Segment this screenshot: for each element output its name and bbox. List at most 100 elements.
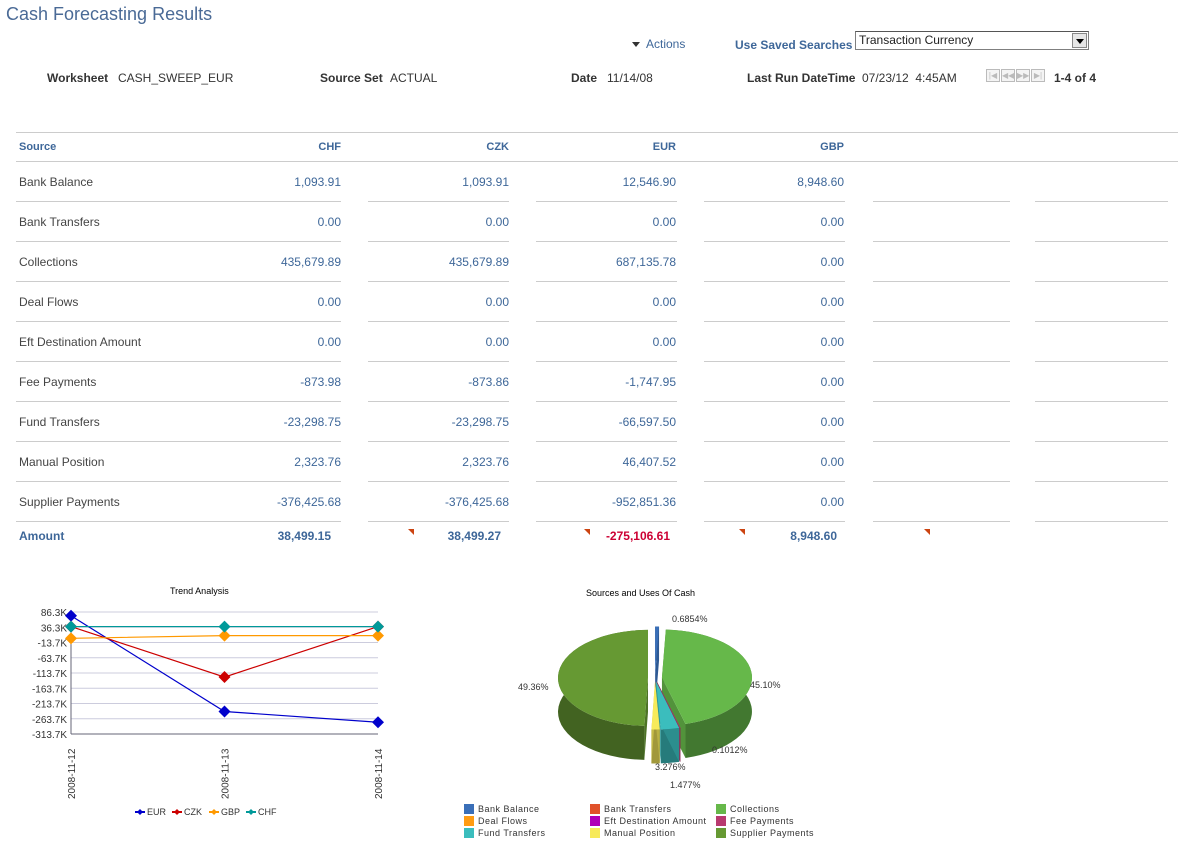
- legend-swatch: [590, 816, 600, 826]
- source-set-value: ACTUAL: [390, 71, 438, 85]
- pie-data-label: 45.10%: [750, 680, 781, 690]
- table-cell: 1,093.91: [462, 175, 509, 189]
- page-title: Cash Forecasting Results: [6, 4, 213, 24]
- row-divider: [536, 361, 677, 362]
- data-point-chf[interactable]: [218, 620, 231, 633]
- date-value: 11/14/08: [607, 71, 653, 85]
- legend-swatch: [464, 804, 474, 814]
- legend-label: Fund Transfers: [478, 828, 546, 838]
- legend-label: Bank Transfers: [604, 804, 672, 814]
- table-cell: -952,851.36: [611, 495, 676, 509]
- y-tick-label: -13.7K: [38, 639, 68, 650]
- legend-label: CHF: [258, 807, 277, 817]
- legend-label: GBP: [221, 807, 240, 817]
- row-divider: [16, 281, 341, 282]
- data-point-eur[interactable]: [372, 716, 384, 729]
- table-cell: -1,747.95: [625, 375, 676, 389]
- row-divider: [873, 201, 1010, 202]
- legend-swatch: [716, 816, 726, 826]
- pie-data-label: 0.6854%: [672, 614, 708, 624]
- amount-cell[interactable]: 8,948.60: [737, 529, 837, 543]
- amount-cell[interactable]: 38,499.27: [401, 529, 501, 543]
- data-point-eur[interactable]: [218, 705, 231, 718]
- table-cell: 0.00: [652, 295, 676, 309]
- flag-icon[interactable]: [924, 529, 930, 535]
- flag-icon[interactable]: [584, 529, 590, 535]
- flag-icon[interactable]: [739, 529, 745, 535]
- next-icon[interactable]: ▶▶: [1016, 69, 1030, 82]
- legend-swatch: [464, 816, 474, 826]
- row-divider: [368, 441, 509, 442]
- table-cell: 0.00: [820, 375, 844, 389]
- legend-marker: [248, 809, 254, 815]
- legend-swatch: [464, 828, 474, 838]
- flag-icon[interactable]: [408, 529, 414, 535]
- row-divider: [536, 521, 677, 522]
- pie-legend-item: Bank Balance: [464, 804, 540, 814]
- pie-legend-item: Deal Flows: [464, 816, 528, 826]
- previous-icon[interactable]: ◀◀: [1001, 69, 1015, 82]
- amount-cell[interactable]: 38,499.15: [231, 529, 331, 543]
- table-cell: 0.00: [317, 215, 341, 229]
- row-divider: [873, 361, 1010, 362]
- worksheet-label: Worksheet: [47, 71, 109, 85]
- row-divider: [1035, 481, 1168, 482]
- row-source-label: Supplier Payments: [19, 495, 120, 509]
- row-divider: [873, 321, 1010, 322]
- row-divider: [1035, 201, 1168, 202]
- row-divider: [368, 321, 509, 322]
- row-divider: [16, 441, 341, 442]
- row-divider: [368, 281, 509, 282]
- table-cell: 1,093.91: [294, 175, 341, 189]
- dropdown-arrow-icon[interactable]: [1072, 33, 1087, 48]
- x-tick-label: 2008-11-14: [374, 748, 385, 799]
- table-cell: 435,679.89: [280, 255, 341, 269]
- row-source-label: Bank Transfers: [19, 215, 100, 229]
- saved-searches-select[interactable]: Transaction Currency: [855, 31, 1089, 50]
- pie-legend-item: Collections: [716, 804, 780, 814]
- pie-data-label: 3.276%: [655, 762, 686, 772]
- table-cell: -66,597.50: [618, 415, 676, 429]
- trend-chart-title: Trend Analysis: [170, 586, 229, 596]
- table-cell: -873.98: [300, 375, 341, 389]
- data-point-chf[interactable]: [372, 620, 384, 633]
- col-header-chf[interactable]: CHF: [241, 141, 341, 153]
- col-header-source[interactable]: Source: [19, 141, 56, 153]
- row-divider: [536, 201, 677, 202]
- table-cell: 2,323.76: [462, 455, 509, 469]
- row-divider: [536, 441, 677, 442]
- table-cell: 435,679.89: [448, 255, 509, 269]
- row-divider: [704, 281, 845, 282]
- amount-label: Amount: [19, 529, 65, 543]
- actions-menu[interactable]: Actions: [632, 37, 685, 51]
- first-icon[interactable]: |◀: [986, 69, 1000, 82]
- pie-legend-item: Eft Destination Amount: [590, 816, 707, 826]
- legend-swatch: [716, 804, 726, 814]
- table-cell: -376,425.68: [444, 495, 509, 509]
- source-set-label: Source Set: [320, 71, 383, 85]
- col-header-czk[interactable]: CZK: [409, 141, 509, 153]
- table-cell: 0.00: [485, 335, 509, 349]
- table-cell: 0.00: [820, 455, 844, 469]
- table-cell: 0.00: [820, 255, 844, 269]
- row-divider: [704, 321, 845, 322]
- row-divider: [16, 521, 341, 522]
- row-source-label: Manual Position: [19, 455, 105, 469]
- last-icon[interactable]: ▶|: [1031, 69, 1045, 82]
- caret-down-icon: [632, 42, 640, 48]
- pie-legend-item: Fee Payments: [716, 816, 794, 826]
- row-divider: [16, 321, 341, 322]
- row-divider: [873, 481, 1010, 482]
- legend-label: Deal Flows: [478, 816, 528, 826]
- row-divider: [368, 361, 509, 362]
- col-header-eur[interactable]: EUR: [576, 141, 676, 153]
- table-cell: 0.00: [652, 335, 676, 349]
- worksheet-value: CASH_SWEEP_EUR: [118, 71, 234, 85]
- pie-legend-item: Supplier Payments: [716, 828, 814, 838]
- col-header-gbp[interactable]: GBP: [744, 141, 844, 153]
- pie-slice-supplier-payments[interactable]: [558, 629, 649, 760]
- pie-chart: 0.6854% 45.10% 0.1012% 3.276% 1.477% 49.36%: [518, 614, 781, 790]
- legend-label: EUR: [147, 807, 167, 817]
- row-divider: [16, 481, 341, 482]
- legend-label: Supplier Payments: [730, 828, 815, 838]
